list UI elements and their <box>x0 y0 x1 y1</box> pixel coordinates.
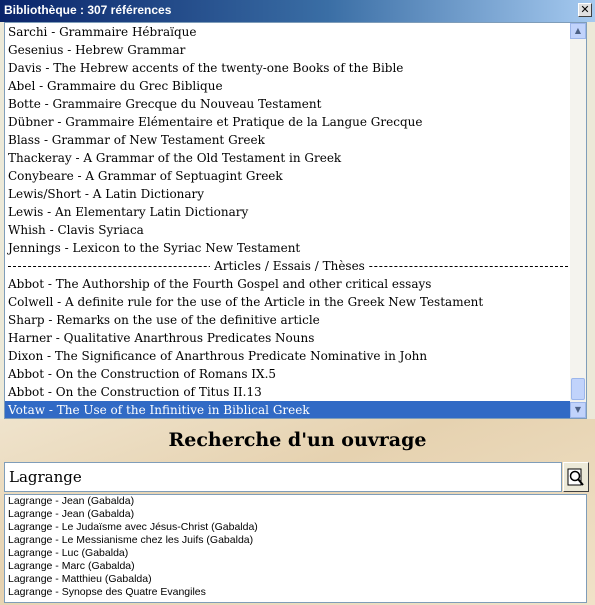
search-panel: Recherche d'un ouvrage Lagrange Lagrange… <box>0 419 595 605</box>
list-item[interactable]: Sharp - Remarks on the use of the defini… <box>5 311 571 329</box>
result-item[interactable]: Lagrange - Luc (Gabalda) <box>5 547 586 560</box>
separator-label: Articles / Essais / Thèses <box>210 259 369 273</box>
list-item[interactable]: Lewis - An Elementary Latin Dictionary <box>5 203 571 221</box>
search-button[interactable] <box>563 462 589 492</box>
result-item[interactable]: Lagrange - Le Messianisme chez les Juifs… <box>5 534 586 547</box>
search-heading: Recherche d'un ouvrage <box>168 429 427 451</box>
chevron-down-icon: ▼ <box>574 405 582 414</box>
result-item[interactable]: Lagrange - Jean (Gabalda) <box>5 508 586 521</box>
list-item[interactable]: Davis - The Hebrew accents of the twenty… <box>5 59 571 77</box>
list-item[interactable]: Jennings - Lexicon to the Syriac New Tes… <box>5 239 571 257</box>
result-item[interactable]: Lagrange - Matthieu (Gabalda) <box>5 573 586 586</box>
close-button[interactable]: ✕ <box>578 3 592 17</box>
window-title: Bibliothèque : 307 références <box>4 3 172 17</box>
list-item[interactable]: Blass - Grammar of New Testament Greek <box>5 131 571 149</box>
list-item[interactable]: Dübner - Grammaire Elémentaire et Pratiq… <box>5 113 571 131</box>
list-scrollbar[interactable]: ▲ ▼ <box>570 23 586 418</box>
list-item[interactable]: Votaw - The Use of the Infinitive in Bib… <box>5 401 571 418</box>
list-item[interactable]: Conybeare - A Grammar of Septuagint Gree… <box>5 167 571 185</box>
result-item[interactable]: Lagrange - Jean (Gabalda) <box>5 495 586 508</box>
list-item[interactable]: Whish - Clavis Syriaca <box>5 221 571 239</box>
list-separator: Articles / Essais / Thèses <box>5 257 571 275</box>
search-input[interactable]: Lagrange <box>4 462 562 492</box>
scroll-thumb[interactable] <box>571 378 585 400</box>
list-item[interactable]: Dixon - The Significance of Anarthrous P… <box>5 347 571 365</box>
list-item[interactable]: Botte - Grammaire Grecque du Nouveau Tes… <box>5 95 571 113</box>
references-list-items: Sarchi - Grammaire Hébraïque Gesenius - H… <box>5 23 571 418</box>
list-item[interactable]: Abbot - The Authorship of the Fourth Gos… <box>5 275 571 293</box>
chevron-up-icon: ▲ <box>574 26 582 35</box>
references-list[interactable]: Sarchi - Grammaire Hébraïque Gesenius - H… <box>4 22 587 419</box>
list-item[interactable]: Thackeray - A Grammar of the Old Testame… <box>5 149 571 167</box>
result-item[interactable]: Lagrange - Synopse des Quatre Evangiles <box>5 586 586 599</box>
search-results-list[interactable]: Lagrange - Jean (Gabalda) Lagrange - Jean… <box>4 494 587 603</box>
result-item[interactable]: Lagrange - Le Judaïsme avec Jésus-Christ… <box>5 521 586 534</box>
list-item[interactable]: Abel - Grammaire du Grec Biblique <box>5 77 571 95</box>
search-icon <box>567 468 584 486</box>
list-item[interactable]: Abbot - On the Construction of Titus II.… <box>5 383 571 401</box>
list-item[interactable]: Gesenius - Hebrew Grammar <box>5 41 571 59</box>
scroll-down-button[interactable]: ▼ <box>570 402 586 418</box>
list-item[interactable]: Colwell - A definite rule for the use of… <box>5 293 571 311</box>
title-bar[interactable]: Bibliothèque : 307 références ✕ <box>0 0 595 22</box>
scroll-up-button[interactable]: ▲ <box>570 23 586 39</box>
list-item[interactable]: Lewis/Short - A Latin Dictionary <box>5 185 571 203</box>
close-icon[interactable]: ✕ <box>580 3 589 16</box>
list-item[interactable]: Sarchi - Grammaire Hébraïque <box>5 23 571 41</box>
library-window: Bibliothèque : 307 références ✕ Sarchi -… <box>0 0 595 605</box>
list-item[interactable]: Abbot - On the Construction of Romans IX… <box>5 365 571 383</box>
list-item[interactable]: Harner - Qualitative Anarthrous Predicat… <box>5 329 571 347</box>
result-item[interactable]: Lagrange - Marc (Gabalda) <box>5 560 586 573</box>
